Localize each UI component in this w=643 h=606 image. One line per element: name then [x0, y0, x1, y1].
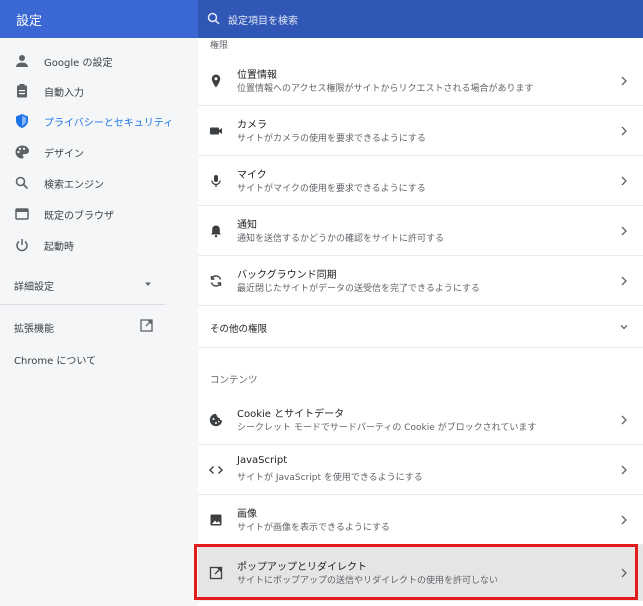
chevron-right-icon	[621, 226, 627, 236]
row-title: JavaScript	[237, 455, 288, 466]
sidebar-item-google[interactable]: Google の設定	[0, 46, 198, 76]
chevron-right-icon	[621, 76, 627, 86]
row-title: ポップアップとリダイレクト	[237, 562, 367, 573]
setting-row-microphone[interactable]: マイク サイトがマイクの使用を要求できるようにする	[198, 156, 643, 206]
sidebar-item-label: デザイン	[44, 149, 84, 160]
palette-icon	[15, 145, 29, 159]
sidebar-item-default-browser[interactable]: 既定のブラウザ	[0, 199, 198, 229]
permissions-heading: 権限	[210, 41, 229, 51]
sidebar-item-label: 検索エンジン	[44, 180, 104, 191]
setting-row-notifications[interactable]: 通知 通知を送信するかどうかの確認をサイトに許可する	[198, 206, 643, 256]
setting-row-cookies[interactable]: Cookie とサイトデータ シークレット モードでサードパーティの Cooki…	[198, 395, 643, 445]
row-description: サイトが画像を表示できるようにする	[237, 523, 390, 533]
row-description: 通知を送信するかどうかの確認をサイトに許可する	[237, 234, 445, 244]
open-in-new-icon	[140, 319, 153, 332]
sidebar-item-on-startup[interactable]: 起動時	[0, 230, 198, 260]
caret-down-icon	[145, 282, 151, 286]
search-input[interactable]: 設定項目を検索	[198, 0, 643, 38]
location-pin-icon	[211, 74, 221, 88]
setting-row-background-sync[interactable]: バックグラウンド同期 最近閉じたサイトがデータの送受信を完了できるようにする	[198, 256, 643, 306]
sidebar-item-label: 既定のブラウザ	[44, 211, 114, 222]
sidebar-item-appearance[interactable]: デザイン	[0, 137, 198, 167]
chevron-down-icon	[620, 325, 628, 330]
extensions-label: 拡張機能	[14, 324, 54, 335]
sync-icon	[210, 275, 222, 287]
row-title: 通知	[237, 220, 257, 231]
content-heading: コンテンツ	[210, 375, 258, 386]
open-in-new-icon	[209, 566, 223, 580]
row-description: サイトが JavaScript を使用できるようにする	[237, 473, 423, 483]
sidebar-item-label: Google の設定	[44, 58, 113, 69]
sidebar-item-extensions[interactable]: 拡張機能	[14, 319, 164, 335]
sidebar-item-label: 自動入力	[44, 88, 84, 99]
cookie-icon	[209, 413, 223, 427]
app-title: 設定	[16, 14, 43, 29]
sidebar: Google の設定 自動入力 プライバシーとセキュリティ デザイン 検索エンジ…	[0, 38, 198, 606]
setting-row-camera[interactable]: カメラ サイトがカメラの使用を要求できるようにする	[198, 106, 643, 156]
row-title: バックグラウンド同期	[237, 270, 337, 281]
chevron-right-icon	[621, 568, 627, 578]
chevron-right-icon	[621, 126, 627, 136]
code-icon	[209, 466, 223, 474]
chevron-right-icon	[621, 515, 627, 525]
sidebar-item-label: 起動時	[44, 242, 74, 253]
row-description: 最近閉じたサイトがデータの送受信を完了できるようにする	[237, 284, 480, 294]
chevron-right-icon	[621, 415, 627, 425]
other-permissions-label: その他の権限	[210, 324, 268, 335]
row-title: 位置情報	[237, 70, 277, 81]
clipboard-icon	[17, 84, 27, 98]
advanced-toggle[interactable]: 詳細設定	[14, 278, 164, 293]
sidebar-item-search-engine[interactable]: 検索エンジン	[0, 168, 198, 198]
setting-row-images[interactable]: 画像 サイトが画像を表示できるようにする	[198, 495, 643, 545]
search-icon	[207, 12, 220, 25]
sidebar-item-label: プライバシーとセキュリティ	[44, 118, 174, 129]
search-icon	[15, 176, 29, 190]
shield-icon	[16, 114, 28, 128]
image-icon	[210, 514, 222, 526]
sidebar-divider	[0, 304, 165, 305]
row-title: カメラ	[237, 120, 267, 131]
row-description: サイトがマイクの使用を要求できるようにする	[237, 184, 426, 194]
person-icon	[16, 55, 28, 67]
sidebar-item-privacy[interactable]: プライバシーとセキュリティ	[0, 106, 198, 136]
other-permissions-toggle[interactable]: その他の権限	[198, 306, 643, 348]
row-description: 位置情報へのアクセス権限がサイトからリクエストされる場合があります	[237, 84, 534, 94]
power-icon	[16, 239, 28, 252]
chevron-right-icon	[621, 276, 627, 286]
setting-row-javascript[interactable]: JavaScript サイトが JavaScript を使用できるようにする	[198, 445, 643, 495]
sidebar-item-autofill[interactable]: 自動入力	[0, 76, 198, 106]
row-description: サイトにポップアップの送信やリダイレクトの使用を許可しない	[237, 576, 499, 586]
setting-row-location[interactable]: 位置情報 位置情報へのアクセス権限がサイトからリクエストされる場合があります	[198, 56, 643, 106]
bell-icon	[211, 225, 221, 238]
camera-icon	[210, 127, 222, 135]
row-title: Cookie とサイトデータ	[237, 409, 345, 420]
search-placeholder: 設定項目を検索	[228, 16, 298, 27]
row-title: マイク	[237, 170, 267, 181]
chevron-right-icon	[621, 176, 627, 186]
microphone-icon	[211, 175, 221, 187]
sidebar-item-about-chrome[interactable]: Chrome について	[14, 352, 96, 367]
browser-icon	[15, 208, 29, 220]
header-left: 設定	[0, 0, 198, 38]
row-description: シークレット モードでサードパーティの Cookie がブロックされています	[237, 423, 537, 433]
top-bar: 設定 設定項目を検索	[0, 0, 643, 38]
setting-row-popups-redirects[interactable]: ポップアップとリダイレクト サイトにポップアップの送信やリダイレクトの使用を許可…	[198, 545, 643, 601]
chevron-right-icon	[621, 465, 627, 475]
row-description: サイトがカメラの使用を要求できるようにする	[237, 134, 426, 144]
advanced-label: 詳細設定	[14, 282, 54, 293]
row-title: 画像	[237, 509, 257, 520]
main-panel: 権限 位置情報 位置情報へのアクセス権限がサイトからリクエストされる場合がありま…	[198, 38, 643, 606]
